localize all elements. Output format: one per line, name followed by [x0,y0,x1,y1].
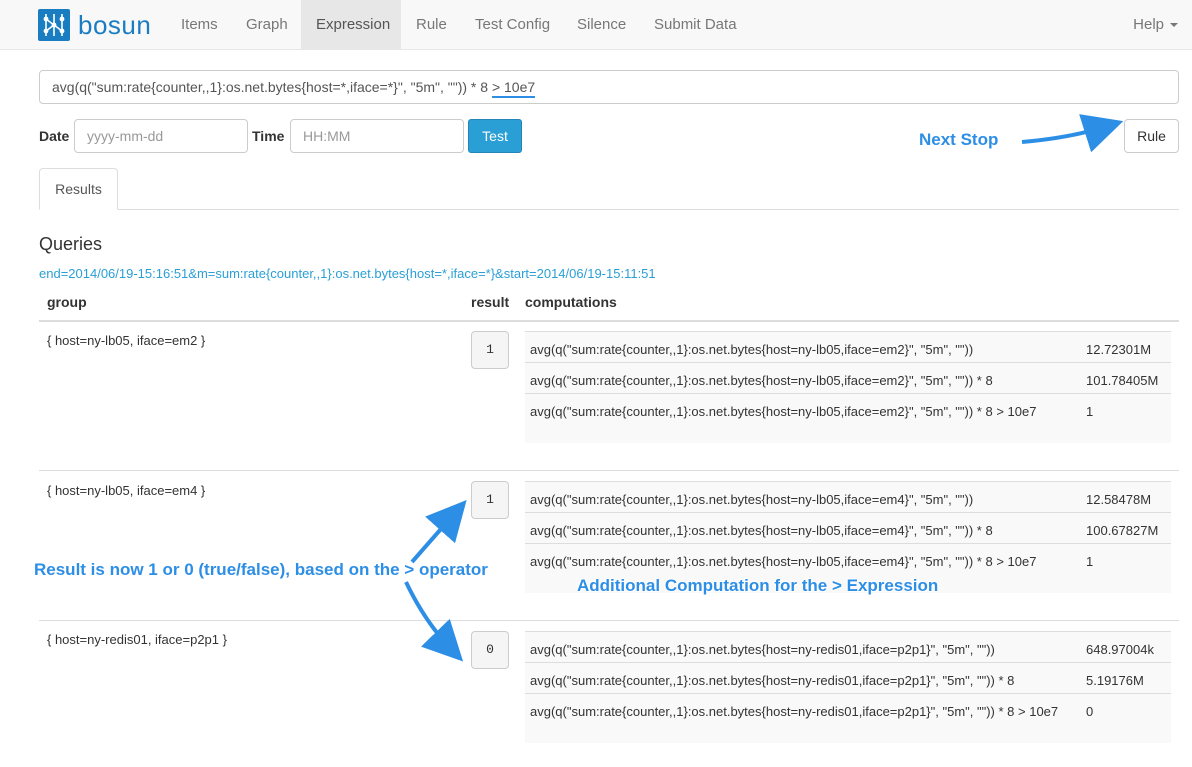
header-result: result [471,294,510,310]
date-input[interactable]: yyyy-mm-dd [74,119,248,153]
time-label: Time [252,128,285,144]
table-head-divider [39,320,1179,322]
result-badge: 1 [471,481,509,519]
nav-item-graph[interactable]: Graph [231,0,303,49]
computation-value: 12.72301M [1086,342,1152,357]
computation-value: 1 [1086,404,1094,419]
computation-row: avg(q("sum:rate{counter,,1}:os.net.bytes… [525,362,1171,393]
expression-input[interactable]: avg(q("sum:rate{counter,,1}:os.net.bytes… [39,70,1179,104]
computation-expression: avg(q("sum:rate{counter,,1}:os.net.bytes… [530,373,993,388]
navbar: bosun Items Graph Expression Rule Test C… [0,0,1192,50]
computation-value: 101.78405M [1086,373,1159,388]
nav-item-items[interactable]: Items [166,0,233,49]
computation-expression: avg(q("sum:rate{counter,,1}:os.net.bytes… [530,404,1037,419]
nav-item-rule[interactable]: Rule [401,0,462,49]
computation-expression: avg(q("sum:rate{counter,,1}:os.net.bytes… [530,523,993,538]
computation-row: avg(q("sum:rate{counter,,1}:os.net.bytes… [525,631,1171,662]
header-group: group [47,294,87,310]
computation-row: avg(q("sum:rate{counter,,1}:os.net.bytes… [525,512,1171,543]
bosun-logo-icon [38,9,70,41]
arrow-icon [1021,114,1124,153]
tab-results[interactable]: Results [39,168,118,210]
date-label: Date [39,128,70,144]
computation-value: 100.67827M [1086,523,1159,538]
result-badge: 1 [471,331,509,369]
queries-heading: Queries [39,234,103,254]
annotation-next-stop: Next Stop [919,130,999,149]
computation-value: 1 [1086,554,1094,569]
expression-text: avg(q("sum:rate{counter,,1}:os.net.bytes… [52,79,492,95]
brand[interactable]: bosun [38,9,151,41]
computation-row: avg(q("sum:rate{counter,,1}:os.net.bytes… [525,481,1171,512]
computations-table: avg(q("sum:rate{counter,,1}:os.net.bytes… [525,631,1171,743]
arrow-icon [410,500,467,564]
computations-table: avg(q("sum:rate{counter,,1}:os.net.bytes… [525,331,1171,443]
nav-item-test-config[interactable]: Test Config [460,0,565,49]
annotation-computation-note: Additional Computation for the > Express… [577,576,939,595]
row-divider [39,470,1179,471]
computation-value: 12.58478M [1086,492,1152,507]
query-link[interactable]: end=2014/06/19-15:16:51&m=sum:rate{count… [39,266,656,281]
tabs-divider [39,209,1179,210]
computation-row: avg(q("sum:rate{counter,,1}:os.net.bytes… [525,331,1171,362]
computation-expression: avg(q("sum:rate{counter,,1}:os.net.bytes… [530,342,974,357]
computation-row: avg(q("sum:rate{counter,,1}:os.net.bytes… [525,393,1171,443]
computation-value: 5.19176M [1086,673,1144,688]
nav-item-expression[interactable]: Expression [301,0,401,49]
group-cell: { host=ny-lb05, iface=em2 } [47,333,206,348]
computation-expression: avg(q("sum:rate{counter,,1}:os.net.bytes… [530,554,1037,569]
computation-value: 0 [1086,704,1094,719]
row-divider [39,620,1179,621]
computation-expression: avg(q("sum:rate{counter,,1}:os.net.bytes… [530,673,1015,688]
computation-expression: avg(q("sum:rate{counter,,1}:os.net.bytes… [530,492,974,507]
computation-row: avg(q("sum:rate{counter,,1}:os.net.bytes… [525,693,1171,743]
group-cell: { host=ny-lb05, iface=em4 } [47,483,206,498]
arrow-icon [404,581,464,662]
nav-item-silence[interactable]: Silence [562,0,641,49]
header-computations: computations [525,294,617,310]
expression-highlight: > 10e7 [491,79,536,98]
test-button[interactable]: Test [468,119,522,153]
rule-button[interactable]: Rule [1124,119,1179,153]
computation-expression: avg(q("sum:rate{counter,,1}:os.net.bytes… [530,642,995,657]
help-menu[interactable]: Help [1133,0,1178,49]
help-label: Help [1133,16,1164,33]
time-input[interactable]: HH:MM [290,119,464,153]
brand-name: bosun [78,10,152,40]
chevron-down-icon [1170,23,1178,28]
result-badge: 0 [471,631,509,669]
computation-value: 648.97004k [1086,642,1154,657]
computation-expression: avg(q("sum:rate{counter,,1}:os.net.bytes… [530,704,1059,719]
annotation-result-note: Result is now 1 or 0 (true/false), based… [34,560,488,579]
group-cell: { host=ny-redis01, iface=p2p1 } [47,632,227,647]
computation-row: avg(q("sum:rate{counter,,1}:os.net.bytes… [525,662,1171,693]
nav-item-submit-data[interactable]: Submit Data [639,0,752,49]
